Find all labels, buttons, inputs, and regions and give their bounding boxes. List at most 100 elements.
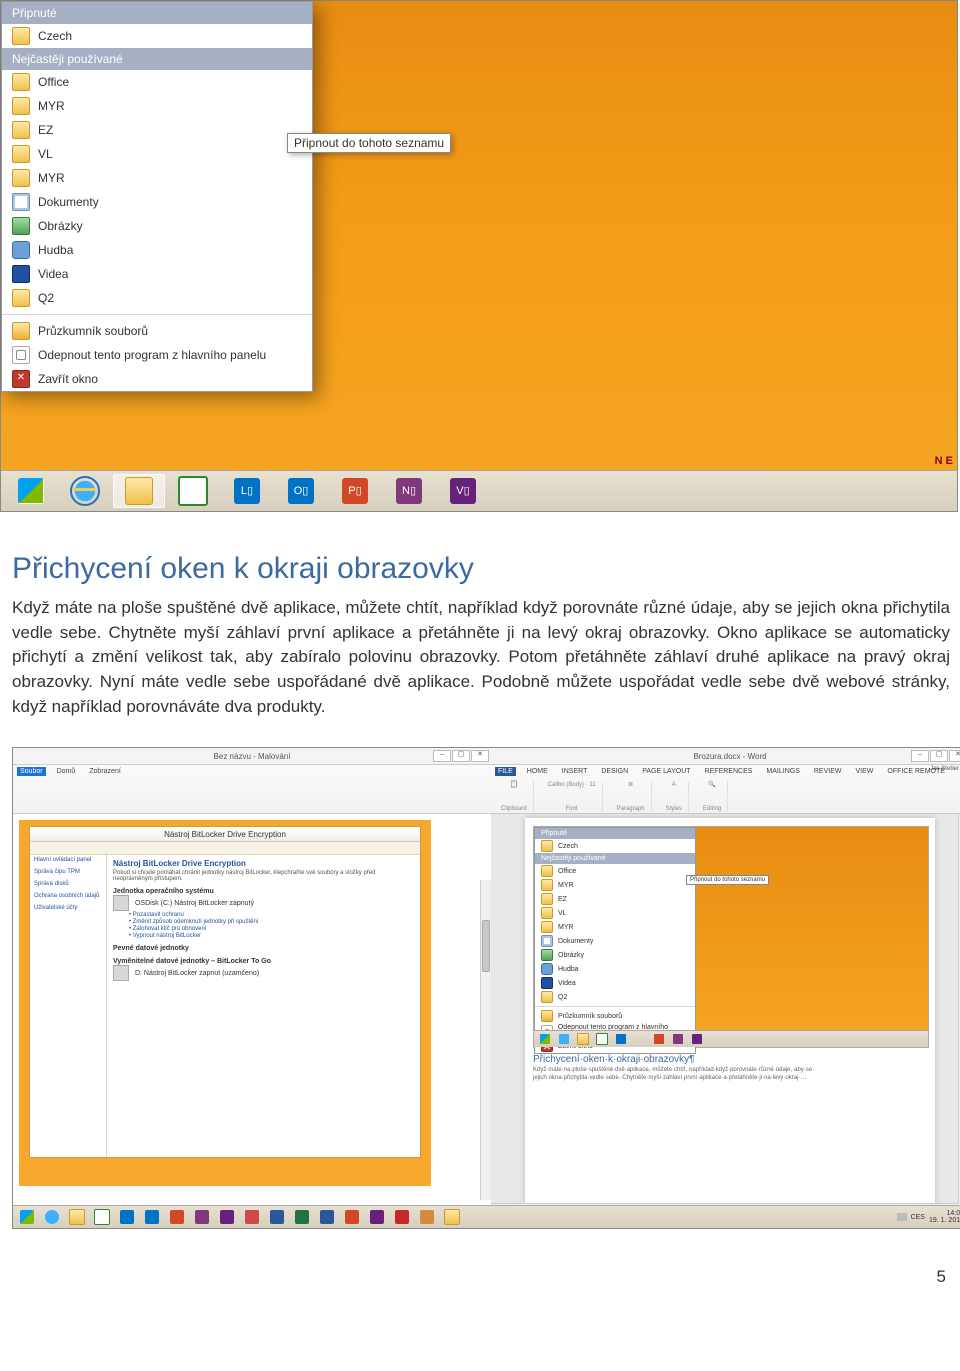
bitlocker-sidebar-link[interactable]: Správa čipu TPM [34,869,102,875]
scrollbar[interactable] [480,880,491,1200]
jump-list-item[interactable]: Office [535,864,695,878]
nested-taskbar-btn[interactable] [574,1033,592,1045]
paint-titlebar[interactable]: Bez názvu - Malování – ▢ ✕ [13,748,491,765]
font-name[interactable]: Calibri (Body) [548,782,584,788]
jump-list-item[interactable]: Hudba [2,238,312,262]
taskbar-btn[interactable] [190,1208,214,1226]
paint-tab[interactable]: Zobrazení [86,767,124,776]
word-tab[interactable]: REVIEW [811,767,845,776]
close-icon[interactable]: ✕ [471,750,489,762]
jump-list-item[interactable]: VL [535,906,695,920]
jump-list-item[interactable]: Videa [535,976,695,990]
jump-list-item[interactable]: EZ [2,118,312,142]
nested-taskbar-btn[interactable] [612,1033,630,1045]
bitlocker-link[interactable]: • Zálohovat klíč pro obnovení [129,926,414,932]
jump-list-item[interactable]: Videa [2,262,312,286]
jump-list-item[interactable]: MYR [2,94,312,118]
bitlocker-sidebar-link[interactable]: Ochrana osobních údajů [34,893,102,899]
taskbar-powerpoint[interactable]: P▯ [329,474,381,508]
taskbar-btn[interactable] [240,1208,264,1226]
taskbar-btn[interactable] [65,1208,89,1226]
bitlocker-link[interactable]: • Pozastavit ochranu [129,912,414,918]
taskbar-lync[interactable]: L▯ [221,474,273,508]
taskbar-btn[interactable] [390,1208,414,1226]
bitlocker-titlebar[interactable]: Nástroj BitLocker Drive Encryption [30,827,420,842]
jump-list-item[interactable]: Zavřít okno [2,367,312,391]
font-size[interactable]: 11 [589,782,595,788]
jump-list-item[interactable]: Q2 [535,990,695,1004]
jump-list-item[interactable]: MYR [2,166,312,190]
word-tab[interactable]: PAGE LAYOUT [639,767,693,776]
jump-list-item[interactable]: Czech [535,839,695,853]
jump-list-item[interactable]: Q2 [2,286,312,310]
jump-list-item[interactable]: Obrázky [2,214,312,238]
taskbar-ie[interactable] [59,474,111,508]
word-user[interactable]: Jan Steber… [930,766,960,772]
system-tray[interactable]: CES 14:09 19. 1. 2015 [897,1210,960,1224]
flag-icon[interactable] [897,1213,907,1221]
taskbar-btn[interactable] [315,1208,339,1226]
bitlocker-link[interactable]: • Vypnout nástroj BitLocker [129,933,414,939]
taskbar-outlook[interactable]: O▯ [275,474,327,508]
paint-tab[interactable]: Domů [54,767,79,776]
tray-time[interactable]: 14:09 [946,1210,960,1217]
bitlocker-sidebar-link[interactable]: Uživatelské účty [34,905,102,911]
taskbar-btn[interactable] [90,1208,114,1226]
taskbar-onenote[interactable]: N▯ [383,474,435,508]
word-tab[interactable]: REFERENCES [702,767,756,776]
bitlocker-link[interactable]: • Změnit způsob odemknutí jednotky při s… [129,919,414,925]
word-tab[interactable]: INSERT [559,767,591,776]
jump-list-item[interactable]: Průzkumník souborů [535,1009,695,1023]
word-tab[interactable]: FILE [495,767,516,776]
word-tab[interactable]: MAILINGS [763,767,802,776]
taskbar-btn[interactable] [440,1208,464,1226]
jump-list-item[interactable]: Czech [2,24,312,48]
jump-list-item[interactable]: Dokumenty [535,934,695,948]
nested-taskbar-btn[interactable] [688,1033,706,1045]
jump-list-item[interactable]: Office [2,70,312,94]
nested-taskbar-btn[interactable] [650,1033,668,1045]
word-page[interactable]: Připnuté Czech Nejčastěji používané Offi… [525,818,935,1210]
tray-lang[interactable]: CES [911,1214,925,1221]
word-tab[interactable]: HOME [524,767,551,776]
nested-taskbar-btn[interactable] [593,1033,611,1045]
tray-date[interactable]: 19. 1. 2015 [929,1217,960,1224]
bitlocker-sidebar-link[interactable]: Správa disků [34,881,102,887]
taskbar-btn[interactable] [40,1208,64,1226]
nested-taskbar-btn[interactable] [631,1033,649,1045]
close-icon[interactable]: ✕ [949,750,960,762]
taskbar-btn[interactable] [365,1208,389,1226]
maximize-icon[interactable]: ▢ [452,750,470,762]
word-tab[interactable]: VIEW [852,767,876,776]
taskbar-explorer[interactable] [113,474,165,508]
jump-list-item[interactable]: Odepnout tento program z hlavního panelu [2,343,312,367]
taskbar-btn[interactable] [15,1208,39,1226]
paint-canvas[interactable]: Nástroj BitLocker Drive Encryption Hlavn… [19,820,431,1186]
bitlocker-sidebar-link[interactable]: Hlavní ovládací panel [34,857,102,863]
jump-list-item[interactable]: EZ [535,892,695,906]
word-titlebar[interactable]: Brozura.docx - Word – ▢ ✕ [491,748,960,765]
taskbar-btn[interactable] [215,1208,239,1226]
taskbar-btn[interactable] [115,1208,139,1226]
jump-list-item[interactable]: Dokumenty [2,190,312,214]
taskbar-btn[interactable] [140,1208,164,1226]
taskbar-btn[interactable] [165,1208,189,1226]
taskbar-btn[interactable] [265,1208,289,1226]
jump-list-item[interactable]: Obrázky [535,948,695,962]
nested-taskbar-btn[interactable] [555,1033,573,1045]
word-tab[interactable]: DESIGN [598,767,631,776]
maximize-icon[interactable]: ▢ [930,750,948,762]
taskbar-btn[interactable] [290,1208,314,1226]
taskbar-btn[interactable] [415,1208,439,1226]
taskbar-start[interactable] [5,474,57,508]
taskbar-store[interactable] [167,474,219,508]
paint-tab[interactable]: Soubor [17,767,46,776]
minimize-icon[interactable]: – [433,750,451,762]
nested-taskbar-btn[interactable] [669,1033,687,1045]
nested-taskbar-btn[interactable] [536,1033,554,1045]
jump-list-item[interactable]: Hudba [535,962,695,976]
minimize-icon[interactable]: – [911,750,929,762]
jump-list-item[interactable]: VL [2,142,312,166]
jump-list-item[interactable]: MYR [535,920,695,934]
taskbar-visualstudio[interactable]: V▯ [437,474,489,508]
